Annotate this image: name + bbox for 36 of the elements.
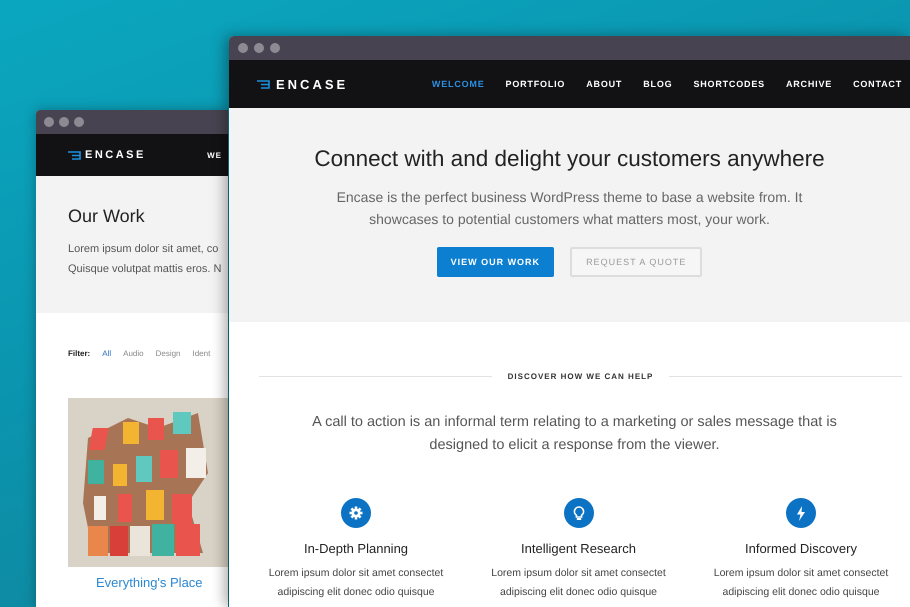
section-text: A call to action is an informal term relating to a marketing or sales message that is designed to elicit a response from the viewer.	[311, 413, 838, 455]
view-work-button[interactable]: VIEW OUR WORK	[436, 247, 554, 277]
section-label: DISCOVER HOW WE CAN HELP	[508, 372, 654, 381]
logo-text: ENCASE	[85, 149, 146, 161]
nav-link[interactable]: WE	[207, 150, 222, 160]
nav-link[interactable]: ABOUT	[586, 79, 622, 89]
feature-text: Lorem ipsum dolor sit amet consectet adipiscing elit donec odio quisque	[712, 566, 890, 600]
nav-link[interactable]: BLOG	[643, 79, 672, 89]
filter-link[interactable]: Audio	[123, 349, 144, 358]
artwork-drawing[interactable]	[68, 398, 228, 567]
lightbulb-icon	[572, 506, 584, 520]
feature-title: Intelligent Research	[521, 541, 636, 556]
feature-text: Lorem ipsum dolor sit amet consectet adipiscing elit donec odio quisque	[268, 566, 444, 600]
logo-text: ENCASE	[276, 76, 348, 92]
gear-icon	[349, 506, 363, 520]
nav-link[interactable]: CONTACT	[853, 79, 902, 89]
intro-text: Quisque volutpat mattis eros. N	[68, 262, 222, 277]
feature-title: In-Depth Planning	[304, 541, 408, 556]
feature-text: Lorem ipsum dolor sit amet consectet adipiscing elit donec odio quisque	[490, 566, 667, 600]
nav-link[interactable]: PORTFOLIO	[506, 79, 566, 89]
intro-text: Lorem ipsum dolor sit amet, co	[68, 242, 220, 257]
filter-label: Filter:	[68, 349, 90, 358]
portfolio-title[interactable]: Everything's Place	[36, 567, 228, 590]
lightning-icon	[796, 506, 806, 520]
nav-link[interactable]: WELCOME	[432, 79, 485, 89]
hero-text: Encase is the perfect business WordPress theme to base a website from. It showcases to potential customers what matters most, your work.	[336, 188, 804, 229]
page-title: Our Work	[68, 206, 146, 227]
feature-title: Informed Discovery	[745, 541, 857, 556]
logo-icon	[68, 150, 82, 160]
filter-link[interactable]: Design	[156, 349, 180, 358]
filter-link[interactable]: All	[102, 349, 112, 358]
filter-link[interactable]: Ident	[192, 349, 210, 358]
hero-heading: Connect with and delight your customers anywhere	[314, 146, 825, 172]
logo-icon	[257, 80, 271, 88]
nav-link[interactable]: SHORTCODES	[693, 79, 765, 89]
nav-link[interactable]: ARCHIVE	[786, 79, 832, 89]
